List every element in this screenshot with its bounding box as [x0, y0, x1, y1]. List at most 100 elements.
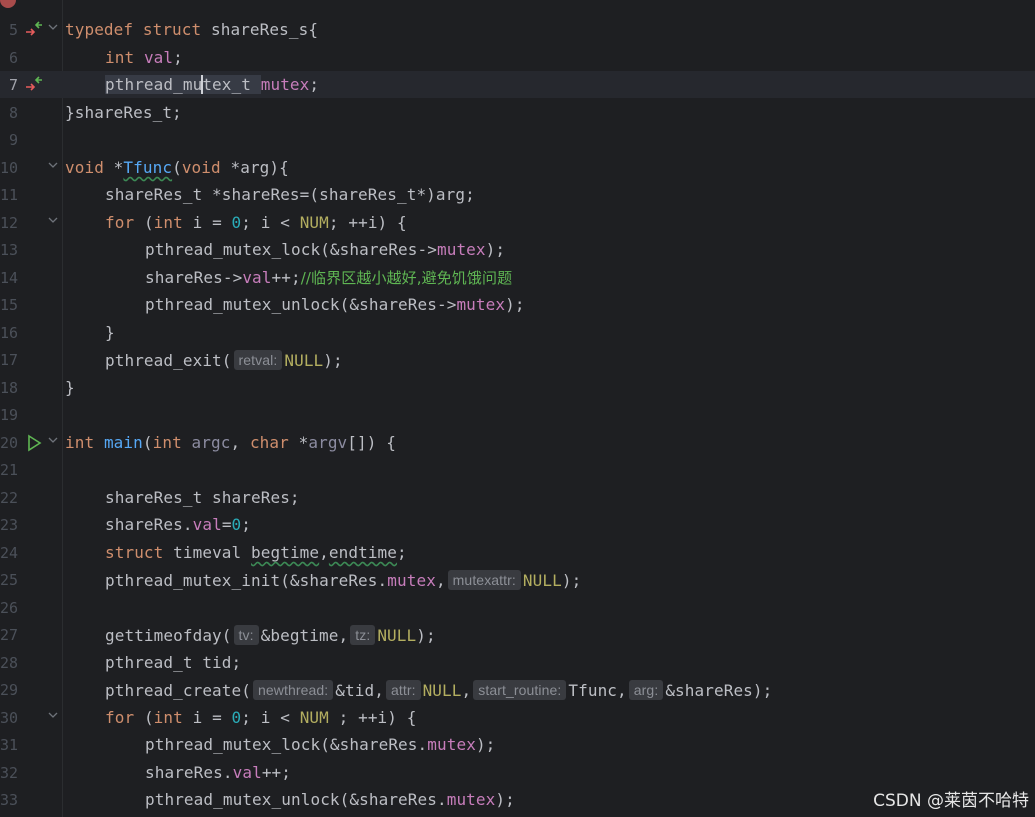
code-line-27[interactable]: 27 gettimeofday(tv: &begtime, tz: NULL); — [0, 621, 1035, 648]
line-number: 18 — [0, 378, 19, 397]
code-text: } — [65, 378, 75, 397]
code-line-30[interactable]: 30 for (int i = 0; i < NUM ; ++i) { — [0, 704, 1035, 731]
line-number: 8 — [8, 103, 18, 122]
code-line-13[interactable]: 13 pthread_mutex_lock(&shareRes->mutex); — [0, 236, 1035, 263]
parameter-hint: start_routine: — [473, 679, 567, 700]
line-number: 17 — [0, 350, 19, 369]
code-text: pthread_t tid; — [105, 653, 242, 672]
line-number: 10 — [0, 158, 19, 177]
line-number: 23 — [0, 515, 19, 534]
fold-chevron-icon[interactable] — [47, 214, 59, 226]
line-number: 22 — [0, 488, 19, 507]
code-text: pthread_mutex_lock(&shareRes->mutex); — [145, 240, 506, 259]
code-text: typedef struct shareRes_s{ — [65, 20, 319, 39]
line-number: 14 — [0, 268, 19, 287]
code-line-11[interactable]: 11 shareRes_t *shareRes=(shareRes_t*)arg… — [0, 181, 1035, 208]
line-number: 16 — [0, 323, 19, 342]
parameter-hint: arg: — [628, 679, 664, 700]
code-line-21[interactable]: 21 — [0, 456, 1035, 483]
line-number: 26 — [0, 598, 19, 617]
code-line-17[interactable]: 17 pthread_exit(retval: NULL); — [0, 346, 1035, 373]
code-text: gettimeofday(tv: &begtime, tz: NULL); — [105, 624, 436, 645]
code-line-12[interactable]: 12 for (int i = 0; i < NUM; ++i) { — [0, 209, 1035, 236]
line-number: 19 — [0, 405, 19, 424]
code-text: }shareRes_t; — [65, 103, 182, 122]
line-number: 32 — [0, 763, 19, 782]
fold-chevron-icon[interactable] — [47, 159, 59, 171]
code-text: int main(int argc, char *argv[]) { — [65, 433, 396, 452]
code-line-25[interactable]: 25 pthread_mutex_init(&shareRes.mutex, mu… — [0, 566, 1035, 593]
line-number: 7 — [8, 75, 18, 94]
parameter-hint: newthread: — [253, 679, 334, 700]
line-number: 30 — [0, 708, 19, 727]
code-line-14[interactable]: 14 shareRes->val++;//临界区越小越好,避免饥饿问题 — [0, 264, 1035, 291]
code-line-28[interactable]: 28 pthread_t tid; — [0, 649, 1035, 676]
line-number: 28 — [0, 653, 19, 672]
code-line-19[interactable]: 19 — [0, 401, 1035, 428]
code-line-20[interactable]: 20 int main(int argc, char *argv[]) { — [0, 429, 1035, 456]
code-editor[interactable]: 5 typedef struct shareRes_s{ 6 int val; … — [0, 0, 1035, 817]
line-number: 15 — [0, 295, 19, 314]
line-number: 12 — [0, 213, 19, 232]
parameter-hint: mutexattr: — [447, 569, 521, 590]
code-line-8[interactable]: 8 }shareRes_t; — [0, 99, 1035, 126]
code-text: pthread_mutex_init(&shareRes.mutex, mutex… — [105, 569, 582, 590]
code-line-15[interactable]: 15 pthread_mutex_unlock(&shareRes->mutex… — [0, 291, 1035, 318]
code-line-24[interactable]: 24 struct timeval begtime,endtime; — [0, 539, 1035, 566]
line-number: 29 — [0, 680, 19, 699]
code-line-7[interactable]: 7 pthread_mutex_t mutex; — [0, 71, 1035, 98]
line-number: 9 — [8, 130, 18, 149]
code-line-31[interactable]: 31 pthread_mutex_lock(&shareRes.mutex); — [0, 731, 1035, 758]
code-text: shareRes->val++;//临界区越小越好,避免饥饿问题 — [145, 268, 513, 287]
code-text: pthread_exit(retval: NULL); — [105, 349, 343, 370]
code-text: struct timeval begtime,endtime; — [105, 543, 407, 562]
line-number: 5 — [8, 20, 18, 39]
watermark: CSDN @莱茵不哈特 — [873, 791, 1029, 811]
line-number: 31 — [0, 735, 19, 754]
fold-chevron-icon[interactable] — [47, 709, 59, 721]
code-line-5[interactable]: 5 typedef struct shareRes_s{ — [0, 16, 1035, 43]
implements-arrow-icon[interactable] — [24, 20, 44, 40]
code-line-29[interactable]: 29 pthread_create(newthread: &tid, attr: NU… — [0, 676, 1035, 703]
line-number: 25 — [0, 570, 19, 589]
code-text: for (int i = 0; i < NUM ; ++i) { — [105, 708, 417, 727]
code-text: } — [105, 323, 115, 342]
line-number: 13 — [0, 240, 19, 259]
line-number: 11 — [0, 185, 19, 204]
code-line-23[interactable]: 23 shareRes.val=0; — [0, 511, 1035, 538]
run-gutter-icon[interactable] — [24, 433, 44, 453]
code-text: for (int i = 0; i < NUM; ++i) { — [105, 213, 407, 232]
code-text: void *Tfunc(void *arg){ — [65, 158, 289, 177]
line-number: 20 — [0, 433, 19, 452]
code-text: shareRes_t shareRes; — [105, 488, 300, 507]
code-text: shareRes.val=0; — [105, 515, 252, 534]
code-line-9[interactable]: 9 — [0, 126, 1035, 153]
code-comment: //临界区越小越好,避免饥饿问题 — [300, 269, 513, 287]
fold-chevron-icon[interactable] — [47, 21, 59, 33]
line-number: 27 — [0, 625, 19, 644]
line-number: 33 — [0, 790, 19, 809]
code-line-18[interactable]: 18 } — [0, 374, 1035, 401]
line-number: 24 — [0, 543, 19, 562]
code-text: pthread_mutex_lock(&shareRes.mutex); — [145, 735, 496, 754]
code-text: pthread_mutex_unlock(&shareRes->mutex); — [145, 295, 525, 314]
parameter-hint: tv: — [233, 624, 259, 645]
code-line-22[interactable]: 22 shareRes_t shareRes; — [0, 484, 1035, 511]
implements-arrow-icon[interactable] — [24, 75, 44, 95]
code-line-16[interactable]: 16 } — [0, 319, 1035, 346]
line-number: 6 — [8, 48, 18, 67]
line-number: 21 — [0, 460, 19, 479]
parameter-hint: attr: — [385, 679, 421, 700]
parameter-hint: tz: — [350, 624, 376, 645]
parameter-hint: retval: — [233, 349, 283, 370]
code-text: shareRes.val++; — [145, 763, 292, 782]
code-line-10[interactable]: 10 void *Tfunc(void *arg){ — [0, 154, 1035, 181]
code-line-32[interactable]: 32 shareRes.val++; — [0, 759, 1035, 786]
code-text: pthread_mutex_unlock(&shareRes.mutex); — [145, 790, 515, 809]
code-text: shareRes_t *shareRes=(shareRes_t*)arg; — [105, 185, 475, 204]
code-line-26[interactable]: 26 — [0, 594, 1035, 621]
code-line-6[interactable]: 6 int val; — [0, 44, 1035, 71]
fold-chevron-icon[interactable] — [47, 434, 59, 446]
code-text: pthread_create(newthread: &tid, attr: NULL,… — [105, 679, 773, 700]
code-text: int val; — [105, 48, 183, 67]
